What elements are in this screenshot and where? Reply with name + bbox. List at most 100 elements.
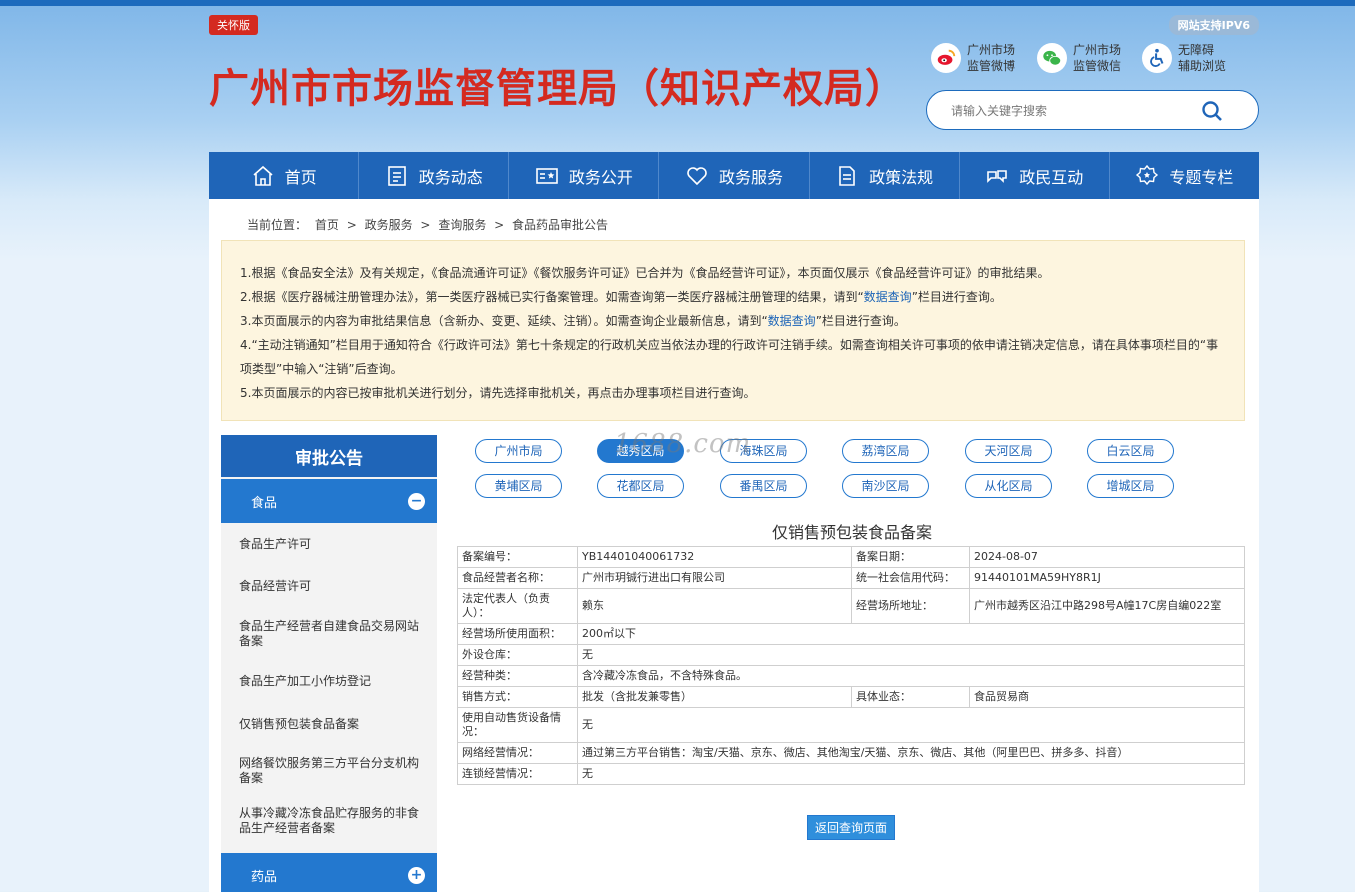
sidebar-list: 食品生产许可 食品经营许可 食品生产经营者自建食品交易网站备案 食品生产加工小作… bbox=[221, 523, 437, 846]
field-label: 经营场所地址： bbox=[851, 588, 970, 624]
field-label: 食品经营者名称： bbox=[457, 567, 578, 589]
weibo-label-2: 监管微博 bbox=[967, 59, 1016, 73]
nav-service[interactable]: 政务服务 bbox=[659, 152, 810, 199]
field-label: 外设仓库： bbox=[457, 644, 578, 666]
field-value: 食品贸易商 bbox=[969, 686, 1245, 708]
data-query-link[interactable]: 数据查询 bbox=[864, 290, 912, 304]
table-row: 外设仓库： 无 bbox=[457, 644, 1245, 666]
nav-news[interactable]: 政务动态 bbox=[359, 152, 510, 199]
sidebar-item-website[interactable]: 食品生产经营者自建食品交易网站备案 bbox=[239, 608, 419, 660]
search-button[interactable] bbox=[1200, 99, 1224, 123]
document-icon bbox=[839, 165, 855, 186]
notice-box: 1.根据《食品安全法》及有关规定，《食品流通许可证》《餐饮服务许可证》已合并为《… bbox=[221, 240, 1245, 421]
wechat-icon bbox=[1037, 43, 1067, 73]
field-value: 91440101MA59HY8R1J bbox=[969, 567, 1245, 589]
care-mode-button[interactable]: 关怀版 bbox=[209, 15, 258, 35]
notice-line-4: 4.“主动注销通知”栏目用于通知符合《行政许可法》第七十条规定的行政机关应当依法… bbox=[240, 338, 1219, 376]
sidebar-item-workshop[interactable]: 食品生产加工小作坊登记 bbox=[239, 660, 419, 703]
notice-line-2: 2.根据《医疗器械注册管理办法》，第一类医疗器械已实行备案管理。如需查询第一类医… bbox=[240, 290, 1002, 304]
sidebar: 审批公告 食品 − 食品生产许可 食品经营许可 食品生产经营者自建食品交易网站备… bbox=[221, 435, 437, 892]
sidebar-item-cold-storage[interactable]: 从事冷藏冷冻食品贮存服务的非食品生产经营者备案 bbox=[239, 796, 419, 846]
site-title[interactable]: 广州市市场监督管理局（知识产权局） bbox=[209, 56, 906, 114]
weibo-icon bbox=[931, 43, 961, 73]
sidebar-cat-food-label: 食品 bbox=[251, 495, 278, 511]
main-nav: 首页 政务动态 政务公开 政务服务 政策法规 政民互动 专题专栏 bbox=[209, 152, 1259, 199]
field-value: 无 bbox=[577, 763, 1245, 785]
collapse-icon[interactable]: − bbox=[408, 493, 425, 510]
field-value: 含冷藏冷冻食品，不含特殊食品。 bbox=[577, 665, 1245, 687]
region-zengcheng[interactable]: 增城区局 bbox=[1087, 474, 1174, 498]
region-nansha[interactable]: 南沙区局 bbox=[842, 474, 929, 498]
wechat-label-2: 监管微信 bbox=[1073, 59, 1122, 73]
accessibility-label-2: 辅助浏览 bbox=[1178, 59, 1227, 73]
topic-icon bbox=[1136, 164, 1159, 185]
weibo-link[interactable]: 广州市场 监管微博 bbox=[931, 42, 1015, 74]
field-label: 经营种类： bbox=[457, 665, 578, 687]
breadcrumb: 当前位置： 首页 > 政务服务 > 查询服务 > 食品药品审批公告 bbox=[247, 216, 612, 233]
record-title: 仅销售预包装食品备案 bbox=[771, 523, 932, 542]
breadcrumb-current[interactable]: 食品药品审批公告 bbox=[512, 218, 608, 232]
notice-line-1: 1.根据《食品安全法》及有关规定，《食品流通许可证》《餐饮服务许可证》已合并为《… bbox=[240, 266, 1050, 280]
field-value: 无 bbox=[577, 707, 1245, 743]
breadcrumb-service[interactable]: 政务服务 bbox=[365, 218, 413, 232]
sidebar-item-catering-platform[interactable]: 网络餐饮服务第三方平台分支机构备案 bbox=[239, 746, 419, 796]
accessibility-link[interactable]: 无障碍 辅助浏览 bbox=[1142, 42, 1226, 74]
sidebar-item-production[interactable]: 食品生产许可 bbox=[239, 523, 419, 565]
search-input[interactable] bbox=[951, 101, 1201, 121]
nav-policy[interactable]: 政策法规 bbox=[810, 152, 960, 199]
field-label: 法定代表人（负责人）： bbox=[457, 588, 578, 624]
region-huadu[interactable]: 花都区局 bbox=[597, 474, 684, 498]
nav-interact[interactable]: 政民互动 bbox=[960, 152, 1110, 199]
table-row: 使用自动售货设备情况： 无 bbox=[457, 707, 1245, 743]
breadcrumb-query[interactable]: 查询服务 bbox=[438, 218, 486, 232]
field-label: 备案编号： bbox=[457, 546, 578, 568]
field-value: 无 bbox=[577, 644, 1245, 666]
sidebar-item-operation[interactable]: 食品经营许可 bbox=[239, 565, 419, 608]
field-value: YB14401040061732 bbox=[577, 546, 852, 568]
nav-interact-label: 政民互动 bbox=[1019, 167, 1084, 187]
nav-home-label: 首页 bbox=[284, 167, 317, 187]
watermark: 1688.com bbox=[614, 429, 752, 459]
breadcrumb-prefix: 当前位置： bbox=[247, 218, 308, 232]
sidebar-cat-drug[interactable]: 药品 + bbox=[221, 853, 437, 892]
field-label: 网络经营情况： bbox=[457, 742, 578, 764]
breadcrumb-home[interactable]: 首页 bbox=[315, 218, 339, 232]
region-liwan[interactable]: 荔湾区局 bbox=[842, 439, 929, 463]
nav-topic-label: 专题专栏 bbox=[1169, 167, 1234, 187]
data-query-link[interactable]: 数据查询 bbox=[768, 314, 816, 328]
nav-policy-label: 政策法规 bbox=[869, 167, 934, 187]
search-box bbox=[926, 90, 1259, 130]
breadcrumb-sep: > bbox=[346, 218, 357, 232]
notice-line-3: 3.本页面展示的内容为审批结果信息（含新办、变更、延续、注销）。如需查询企业最新… bbox=[240, 314, 906, 328]
expand-icon[interactable]: + bbox=[408, 867, 425, 884]
region-panyu[interactable]: 番禺区局 bbox=[720, 474, 807, 498]
back-to-query-button[interactable]: 返回查询页面 bbox=[807, 815, 895, 840]
sidebar-cat-food[interactable]: 食品 − bbox=[221, 479, 437, 523]
breadcrumb-sep: > bbox=[494, 218, 505, 232]
field-label: 经营场所使用面积： bbox=[457, 623, 578, 645]
region-guangzhou[interactable]: 广州市局 bbox=[475, 439, 562, 463]
nav-open-label: 政务公开 bbox=[568, 167, 633, 187]
site-header: 关怀版 网站支持IPV6 广州市市场监督管理局（知识产权局） 广州市场 监管微博 … bbox=[209, 6, 1259, 151]
table-row: 经营场所使用面积： 200㎡以下 bbox=[457, 623, 1245, 645]
breadcrumb-sep: > bbox=[420, 218, 431, 232]
sidebar-item-prepackaged[interactable]: 仅销售预包装食品备案 bbox=[239, 703, 419, 746]
field-label: 备案日期： bbox=[851, 546, 970, 568]
region-tianhe[interactable]: 天河区局 bbox=[965, 439, 1052, 463]
record-table: 备案编号： YB14401040061732 备案日期： 2024-08-07 … bbox=[457, 546, 1245, 785]
nav-news-label: 政务动态 bbox=[418, 167, 483, 187]
region-baiyun[interactable]: 白云区局 bbox=[1087, 439, 1174, 463]
weibo-label-1: 广州市场 bbox=[967, 43, 1016, 57]
nav-home[interactable]: 首页 bbox=[209, 152, 360, 199]
field-value: 广州市玥铖行进出口有限公司 bbox=[577, 567, 852, 589]
wechat-label-1: 广州市场 bbox=[1073, 43, 1122, 57]
region-conghua[interactable]: 从化区局 bbox=[965, 474, 1052, 498]
field-value: 2024-08-07 bbox=[969, 546, 1245, 568]
region-huangpu[interactable]: 黄埔区局 bbox=[475, 474, 562, 498]
table-row: 销售方式： 批发（含批发兼零售） 具体业态： 食品贸易商 bbox=[457, 686, 1245, 708]
field-value: 200㎡以下 bbox=[577, 623, 1245, 645]
wechat-link[interactable]: 广州市场 监管微信 bbox=[1037, 42, 1121, 74]
nav-open[interactable]: 政务公开 bbox=[509, 152, 660, 199]
field-label: 统一社会信用代码： bbox=[851, 567, 970, 589]
nav-topic[interactable]: 专题专栏 bbox=[1110, 152, 1259, 199]
